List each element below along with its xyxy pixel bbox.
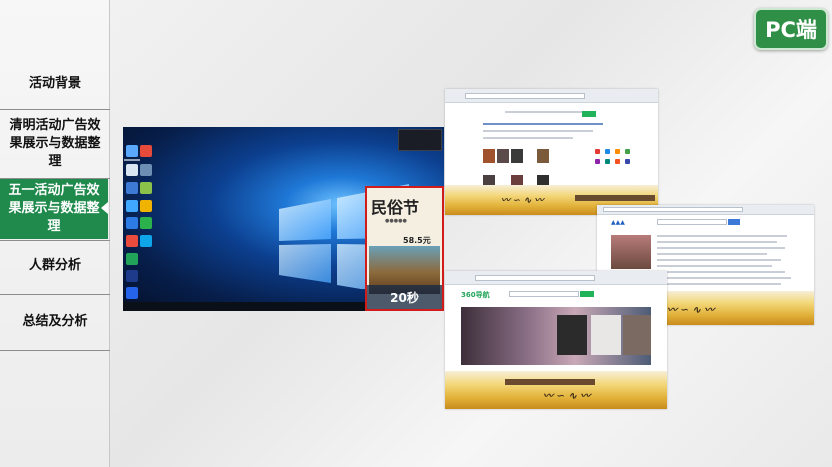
desktop-icon[interactable]: [126, 235, 138, 247]
nav-item-label: 总结及分析: [22, 314, 88, 329]
nav-divider: [0, 109, 110, 110]
video-thumbnail[interactable]: [623, 315, 651, 355]
site-icon[interactable]: [595, 149, 600, 154]
desktop-icon[interactable]: [126, 253, 138, 265]
link-row: [483, 123, 603, 125]
desktop-icon[interactable]: [140, 182, 152, 194]
text-line: [657, 265, 772, 267]
site-icon[interactable]: [615, 159, 620, 164]
text-line: [657, 247, 785, 249]
text-line: [657, 253, 767, 255]
search-button[interactable]: [580, 291, 594, 297]
text-line: [483, 137, 573, 139]
search-button[interactable]: [582, 111, 596, 117]
site-icon[interactable]: [625, 149, 630, 154]
search-button[interactable]: [728, 219, 740, 225]
text-line: [657, 235, 787, 237]
banner-calligraphy: 〰 ∽ ∿ 〰: [543, 391, 591, 402]
desktop-icon[interactable]: [126, 217, 138, 229]
search-input[interactable]: [509, 291, 579, 297]
nav-item-audience-analysis[interactable]: 人群分析: [0, 248, 110, 284]
nav-item-label: 人群分析: [28, 258, 81, 273]
desktop-icon[interactable]: [140, 145, 152, 157]
text-line: [657, 241, 777, 243]
nav-item-label: 五一活动广告效果展示与数据整理: [8, 183, 100, 234]
nav-divider: [0, 240, 110, 241]
browser-screenshot-3: 360导航 〰 ∽ ∿ 〰: [445, 271, 667, 409]
desktop-icon[interactable]: [126, 145, 138, 157]
banner-roof: [575, 195, 655, 201]
text-line: [505, 111, 585, 113]
address-bar: [603, 207, 743, 212]
banner-roof: [505, 379, 595, 385]
news-thumbnail[interactable]: [511, 149, 523, 163]
ad-price: 58.5元: [403, 236, 431, 245]
nav-divider: [0, 350, 110, 351]
desktop-icon[interactable]: [140, 164, 152, 176]
nav-divider: [0, 294, 110, 295]
desktop-icon-label: [124, 159, 140, 161]
address-bar: [465, 93, 585, 99]
pc-badge: PC端: [754, 8, 828, 50]
desktop-icon[interactable]: [126, 287, 138, 299]
site-icon[interactable]: [605, 159, 610, 164]
news-thumbnail[interactable]: [483, 149, 495, 163]
banner-calligraphy: 〰 ∽ ∿ 〰: [667, 305, 715, 316]
nav-item-mayday[interactable]: 五一活动广告效果展示与数据整理: [0, 179, 108, 239]
desktop-icon[interactable]: [140, 235, 152, 247]
nav-item-summary[interactable]: 总结及分析: [0, 304, 110, 340]
text-line: [657, 259, 781, 261]
ad-stamp: ●●●●●: [385, 218, 407, 224]
desktop-icon[interactable]: [140, 200, 152, 212]
news-thumbnail[interactable]: [497, 149, 509, 163]
desktop-icon[interactable]: [126, 270, 138, 282]
video-thumbnail[interactable]: [557, 315, 587, 355]
festival-banner[interactable]: 〰 ∽ ∿ 〰: [445, 371, 667, 409]
site-icon[interactable]: [595, 159, 600, 164]
address-bar: [475, 275, 595, 281]
ad-title: 民俗节: [371, 198, 420, 217]
ad-timer: 20秒: [367, 285, 442, 309]
desktop-widget: [398, 129, 442, 151]
site-icon[interactable]: [615, 149, 620, 154]
nav-item-qingming[interactable]: 清明活动广告效果展示与数据整理: [0, 114, 110, 174]
site-icon[interactable]: [625, 159, 630, 164]
news-thumbnail[interactable]: [537, 149, 549, 163]
active-indicator-arrow-icon: [101, 202, 108, 214]
popup-ad[interactable]: 民俗节 ●●●●● 58.5元 20秒: [365, 186, 444, 311]
video-thumbnail[interactable]: [591, 315, 621, 355]
search-input[interactable]: [657, 219, 727, 225]
nav-item-label: 活动背景: [28, 76, 81, 91]
desktop-icon[interactable]: [126, 200, 138, 212]
browser-screenshot-1: 〰 ∽ ∿ 〰: [445, 89, 658, 215]
promo-banner[interactable]: [611, 235, 651, 269]
nav-item-label: 清明活动广告效果展示与数据整理: [9, 118, 101, 169]
site-logo: ▲▲▲: [611, 219, 625, 226]
desktop-icon[interactable]: [140, 217, 152, 229]
site-icon[interactable]: [605, 149, 610, 154]
desktop-icon[interactable]: [126, 164, 138, 176]
pc-badge-label: PC端: [765, 18, 817, 42]
text-line: [483, 130, 593, 132]
sidebar-nav: 活动背景 清明活动广告效果展示与数据整理 五一活动广告效果展示与数据整理 人群分…: [0, 0, 110, 467]
desktop-icon[interactable]: [126, 182, 138, 194]
banner-calligraphy: 〰 ∽ ∿ 〰: [501, 196, 544, 206]
text-line: [657, 271, 785, 273]
site-logo: 360导航: [461, 291, 490, 299]
nav-item-activity-background[interactable]: 活动背景: [0, 66, 110, 102]
